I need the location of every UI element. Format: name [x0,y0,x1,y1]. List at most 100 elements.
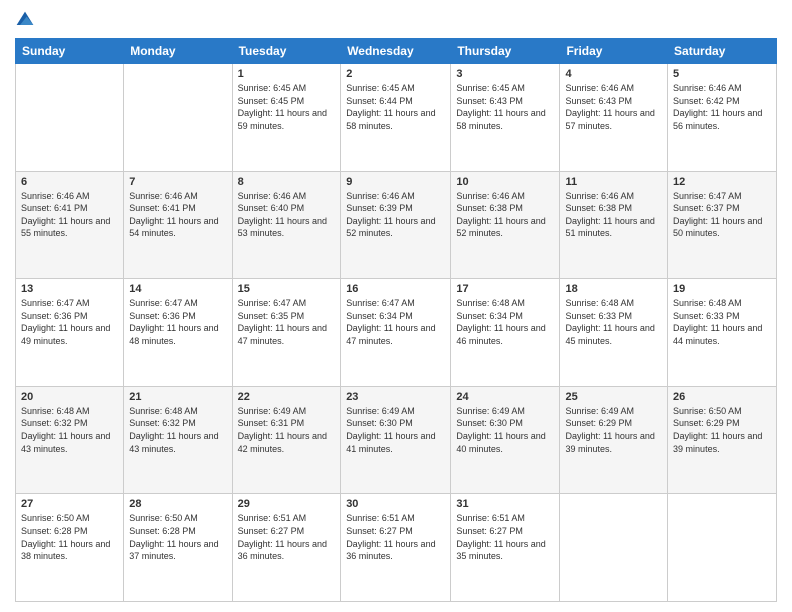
day-info: Sunrise: 6:45 AMSunset: 6:45 PMDaylight:… [238,82,336,132]
calendar-table: SundayMondayTuesdayWednesdayThursdayFrid… [15,38,777,602]
day-number: 3 [456,68,554,80]
calendar-cell: 1 Sunrise: 6:45 AMSunset: 6:45 PMDaylight… [232,64,341,172]
day-number: 26 [673,391,771,403]
calendar-cell: 17 Sunrise: 6:48 AMSunset: 6:34 PMDayligh… [451,279,560,387]
day-info: Sunrise: 6:48 AMSunset: 6:33 PMDaylight:… [565,297,662,347]
day-info: Sunrise: 6:48 AMSunset: 6:32 PMDaylight:… [129,405,226,455]
calendar-cell: 23Sunrise: 6:49 AMSunset: 6:30 PMDayligh… [341,386,451,494]
calendar-cell: 25 Sunrise: 6:49 AMSunset: 6:29 PMDayligh… [560,386,668,494]
col-header-monday: Monday [124,39,232,64]
calendar-cell [560,494,668,602]
day-number: 16 [346,283,445,295]
day-number: 2 [346,68,445,80]
calendar-cell: 27Sunrise: 6:50 AMSunset: 6:28 PMDayligh… [16,494,124,602]
calendar-week-row: 13 Sunrise: 6:47 AMSunset: 6:36 PMDayligh… [16,279,777,387]
day-number: 28 [129,498,226,510]
day-info: Sunrise: 6:46 AMSunset: 6:38 PMDaylight:… [456,190,554,240]
col-header-thursday: Thursday [451,39,560,64]
day-info: Sunrise: 6:51 AMSunset: 6:27 PMDaylight:… [346,512,445,562]
day-number: 23 [346,391,445,403]
calendar-cell: 5Sunrise: 6:46 AMSunset: 6:42 PMDaylight… [668,64,777,172]
calendar-cell [16,64,124,172]
day-number: 25 [565,391,662,403]
calendar-cell [124,64,232,172]
day-number: 31 [456,498,554,510]
calendar-cell: 2 Sunrise: 6:45 AMSunset: 6:44 PMDaylight… [341,64,451,172]
calendar-cell: 28 Sunrise: 6:50 AMSunset: 6:28 PMDayligh… [124,494,232,602]
calendar-cell: 22 Sunrise: 6:49 AMSunset: 6:31 PMDayligh… [232,386,341,494]
day-info: Sunrise: 6:46 AMSunset: 6:40 PMDaylight:… [238,190,336,240]
day-info: Sunrise: 6:46 AMSunset: 6:39 PMDaylight:… [346,190,445,240]
calendar-cell: 9 Sunrise: 6:46 AMSunset: 6:39 PMDaylight… [341,171,451,279]
day-info: Sunrise: 6:46 AMSunset: 6:43 PMDaylight:… [565,82,662,132]
day-info: Sunrise: 6:47 AMSunset: 6:36 PMDaylight:… [21,297,118,347]
day-info: Sunrise: 6:45 AMSunset: 6:43 PMDaylight:… [456,82,554,132]
calendar-cell: 8 Sunrise: 6:46 AMSunset: 6:40 PMDaylight… [232,171,341,279]
day-number: 6 [21,176,118,188]
calendar-cell: 16 Sunrise: 6:47 AMSunset: 6:34 PMDayligh… [341,279,451,387]
day-info: Sunrise: 6:45 AMSunset: 6:44 PMDaylight:… [346,82,445,132]
day-info: Sunrise: 6:49 AMSunset: 6:29 PMDaylight:… [565,405,662,455]
day-number: 11 [565,176,662,188]
day-info: Sunrise: 6:49 AMSunset: 6:30 PMDaylight:… [456,405,554,455]
day-number: 1 [238,68,336,80]
calendar-cell: 3 Sunrise: 6:45 AMSunset: 6:43 PMDaylight… [451,64,560,172]
calendar-cell: 30 Sunrise: 6:51 AMSunset: 6:27 PMDayligh… [341,494,451,602]
col-header-tuesday: Tuesday [232,39,341,64]
day-info: Sunrise: 6:46 AMSunset: 6:42 PMDaylight:… [673,82,771,132]
calendar-cell: 21 Sunrise: 6:48 AMSunset: 6:32 PMDayligh… [124,386,232,494]
calendar-cell: 18Sunrise: 6:48 AMSunset: 6:33 PMDayligh… [560,279,668,387]
day-info: Sunrise: 6:51 AMSunset: 6:27 PMDaylight:… [456,512,554,562]
day-number: 21 [129,391,226,403]
day-info: Sunrise: 6:47 AMSunset: 6:36 PMDaylight:… [129,297,226,347]
calendar-header-row: SundayMondayTuesdayWednesdayThursdayFrid… [16,39,777,64]
col-header-friday: Friday [560,39,668,64]
calendar-cell: 29 Sunrise: 6:51 AMSunset: 6:27 PMDayligh… [232,494,341,602]
calendar-week-row: 6 Sunrise: 6:46 AMSunset: 6:41 PMDaylight… [16,171,777,279]
day-number: 9 [346,176,445,188]
day-info: Sunrise: 6:47 AMSunset: 6:37 PMDaylight:… [673,190,771,240]
day-info: Sunrise: 6:46 AMSunset: 6:41 PMDaylight:… [21,190,118,240]
calendar-cell [668,494,777,602]
day-info: Sunrise: 6:46 AMSunset: 6:41 PMDaylight:… [129,190,226,240]
calendar-cell: 19Sunrise: 6:48 AMSunset: 6:33 PMDayligh… [668,279,777,387]
day-number: 29 [238,498,336,510]
day-info: Sunrise: 6:50 AMSunset: 6:29 PMDaylight:… [673,405,771,455]
calendar-cell: 13 Sunrise: 6:47 AMSunset: 6:36 PMDayligh… [16,279,124,387]
calendar-cell: 11 Sunrise: 6:46 AMSunset: 6:38 PMDayligh… [560,171,668,279]
day-number: 12 [673,176,771,188]
day-info: Sunrise: 6:46 AMSunset: 6:38 PMDaylight:… [565,190,662,240]
day-number: 24 [456,391,554,403]
day-number: 13 [21,283,118,295]
day-info: Sunrise: 6:49 AMSunset: 6:31 PMDaylight:… [238,405,336,455]
day-number: 22 [238,391,336,403]
col-header-wednesday: Wednesday [341,39,451,64]
day-info: Sunrise: 6:47 AMSunset: 6:34 PMDaylight:… [346,297,445,347]
day-info: Sunrise: 6:47 AMSunset: 6:35 PMDaylight:… [238,297,336,347]
day-number: 10 [456,176,554,188]
day-info: Sunrise: 6:51 AMSunset: 6:27 PMDaylight:… [238,512,336,562]
day-number: 14 [129,283,226,295]
calendar-cell: 24 Sunrise: 6:49 AMSunset: 6:30 PMDayligh… [451,386,560,494]
calendar-cell: 10 Sunrise: 6:46 AMSunset: 6:38 PMDayligh… [451,171,560,279]
day-number: 8 [238,176,336,188]
calendar-cell: 20Sunrise: 6:48 AMSunset: 6:32 PMDayligh… [16,386,124,494]
calendar-cell: 14 Sunrise: 6:47 AMSunset: 6:36 PMDayligh… [124,279,232,387]
day-info: Sunrise: 6:50 AMSunset: 6:28 PMDaylight:… [21,512,118,562]
calendar-cell: 31 Sunrise: 6:51 AMSunset: 6:27 PMDayligh… [451,494,560,602]
calendar-cell: 6 Sunrise: 6:46 AMSunset: 6:41 PMDaylight… [16,171,124,279]
calendar-week-row: 1 Sunrise: 6:45 AMSunset: 6:45 PMDaylight… [16,64,777,172]
calendar-cell: 12 Sunrise: 6:47 AMSunset: 6:37 PMDayligh… [668,171,777,279]
calendar-week-row: 20 Sunrise: 6:48 AMSunset: 6:32 PMDayligh… [16,386,777,494]
day-number: 17 [456,283,554,295]
col-header-sunday: Sunday [16,39,124,64]
day-number: 20 [21,391,118,403]
day-number: 7 [129,176,226,188]
header [15,10,777,30]
day-number: 19 [673,283,771,295]
logo [15,10,37,30]
day-number: 30 [346,498,445,510]
page: SundayMondayTuesdayWednesdayThursdayFrid… [0,0,792,612]
day-info: Sunrise: 6:50 AMSunset: 6:28 PMDaylight:… [129,512,226,562]
day-info: Sunrise: 6:48 AMSunset: 6:34 PMDaylight:… [456,297,554,347]
